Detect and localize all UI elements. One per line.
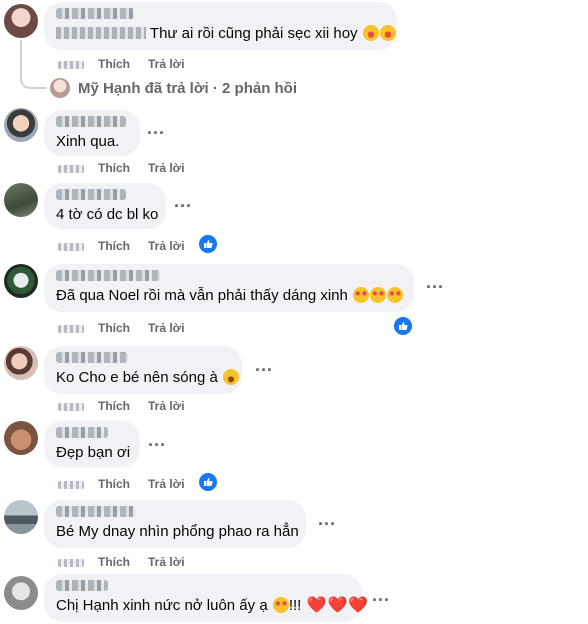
- comment-text-content: Thư ai rồi cũng phải sẹc xii hoy: [149, 25, 358, 42]
- thread-connector: [20, 40, 46, 89]
- author-name-redacted[interactable]: [56, 580, 108, 591]
- comment-actions: Thích Trả lời: [58, 321, 185, 335]
- reply-link[interactable]: Trả lời: [148, 239, 185, 253]
- timestamp[interactable]: [58, 60, 84, 69]
- comment-text-content: Đã qua Noel rồi mà vẫn phải thấy dáng xi…: [56, 287, 348, 304]
- like-link[interactable]: Thích: [98, 399, 130, 413]
- comment-bubble: Chị Hạnh xinh nức nở luôn ấy ạ !!! ❤️❤️❤…: [44, 574, 368, 622]
- more-options-button[interactable]: ...: [318, 509, 336, 530]
- red-heart-icon: ❤️: [348, 597, 369, 614]
- comment-bubble: Đẹp bạn ơi: [44, 421, 140, 467]
- avatar[interactable]: [4, 421, 38, 455]
- avatar[interactable]: [4, 500, 38, 534]
- author-name-redacted[interactable]: [56, 8, 134, 19]
- red-heart-icon: ❤️: [327, 597, 348, 614]
- smiling-face-with-hearts-icon: [353, 287, 370, 303]
- comment-text-trailing: !!!: [288, 597, 302, 614]
- more-options-button[interactable]: ...: [255, 355, 273, 376]
- like-link[interactable]: Thích: [98, 321, 130, 335]
- like-link[interactable]: Thích: [98, 477, 130, 491]
- like-link[interactable]: Thích: [98, 555, 130, 569]
- rofl-emoji-icon: [362, 25, 379, 41]
- thumbs-up-icon[interactable]: [199, 235, 217, 253]
- red-heart-icon: ❤️: [306, 597, 327, 614]
- timestamp[interactable]: [58, 164, 84, 173]
- reply-link[interactable]: Trả lời: [148, 161, 185, 175]
- grinning-face-icon: [222, 369, 239, 385]
- comment-bubble: Thư ai rồi cũng phải sẹc xii hoy: [44, 2, 397, 50]
- comment-actions: Thích Trả lời: [58, 57, 185, 71]
- more-options-button[interactable]: ...: [174, 191, 192, 212]
- comment-text: Ko Cho e bé nên sóng à: [56, 369, 239, 387]
- avatar[interactable]: [4, 346, 38, 380]
- comment-bubble: Ko Cho e bé nên sóng à: [44, 346, 242, 394]
- comment-text: Đã qua Noel rồi mà vẫn phải thấy dáng xi…: [56, 287, 404, 305]
- reply-link[interactable]: Trả lời: [148, 321, 185, 335]
- comment-actions: Thích Trả lời: [58, 555, 185, 569]
- more-options-button[interactable]: ...: [148, 430, 166, 451]
- comment-bubble: Xinh qua.: [44, 110, 140, 156]
- author-name-redacted[interactable]: [56, 116, 126, 127]
- avatar[interactable]: [4, 108, 38, 142]
- rofl-emoji-icon: [379, 25, 396, 41]
- comment-text: Bé My dnay nhìn phổng phao ra hẳn: [56, 523, 299, 540]
- more-options-button[interactable]: ...: [372, 585, 390, 606]
- avatar[interactable]: [4, 264, 38, 298]
- comment-text-content: Chị Hạnh xinh nức nở luôn ấy ạ: [56, 597, 268, 614]
- more-options-button[interactable]: ...: [426, 272, 444, 293]
- comment-actions: Thích Trả lời: [58, 239, 185, 253]
- comment-bubble: 4 tờ có dc bl ko: [44, 183, 166, 229]
- timestamp[interactable]: [58, 324, 84, 333]
- comment-text: 4 tờ có dc bl ko: [56, 206, 159, 223]
- reply-link[interactable]: Trả lời: [148, 57, 185, 71]
- smiling-face-with-hearts-icon: [387, 287, 404, 303]
- more-options-button[interactable]: ...: [147, 118, 165, 139]
- avatar[interactable]: [4, 4, 38, 38]
- reply-link[interactable]: Trả lời: [148, 477, 185, 491]
- author-name-redacted[interactable]: [56, 506, 136, 517]
- comment-text-content: Ko Cho e bé nên sóng à: [56, 369, 218, 386]
- like-link[interactable]: Thích: [98, 57, 130, 71]
- smiling-face-with-hearts-icon: [272, 597, 289, 613]
- author-name-redacted[interactable]: [56, 189, 126, 200]
- comment-bubble: Bé My dnay nhìn phổng phao ra hẳn: [44, 500, 306, 548]
- comment-bubble: Đã qua Noel rồi mà vẫn phải thấy dáng xi…: [44, 264, 414, 312]
- smiling-face-with-hearts-icon: [370, 287, 387, 303]
- timestamp[interactable]: [58, 480, 84, 489]
- comment-actions: Thích Trả lời: [58, 161, 185, 175]
- comment-actions: Thích Trả lời: [58, 399, 185, 413]
- avatar[interactable]: [4, 576, 38, 610]
- reply-link[interactable]: Trả lời: [148, 399, 185, 413]
- thumbs-up-icon[interactable]: [394, 317, 412, 335]
- comment-text: Xinh qua.: [56, 133, 120, 150]
- replier-avatar: [50, 78, 70, 98]
- view-replies-link[interactable]: Mỹ Hạnh đã trả lời · 2 phản hồi: [78, 80, 297, 97]
- reply-link[interactable]: Trả lời: [148, 555, 185, 569]
- author-name-redacted[interactable]: [56, 270, 160, 281]
- comment-text: Chị Hạnh xinh nức nở luôn ấy ạ !!! ❤️❤️❤…: [56, 597, 368, 615]
- timestamp[interactable]: [58, 242, 84, 251]
- avatar[interactable]: [4, 183, 38, 217]
- comment-text: Đẹp bạn ơi: [56, 444, 131, 461]
- comment-text: Thư ai rồi cũng phải sẹc xii hoy: [56, 25, 396, 43]
- timestamp[interactable]: [58, 558, 84, 567]
- like-link[interactable]: Thích: [98, 239, 130, 253]
- like-link[interactable]: Thích: [98, 161, 130, 175]
- comment-actions: Thích Trả lời: [58, 477, 185, 491]
- mention-redacted[interactable]: [56, 27, 146, 39]
- thumbs-up-icon[interactable]: [199, 473, 217, 491]
- timestamp[interactable]: [58, 402, 84, 411]
- author-name-redacted[interactable]: [56, 352, 128, 363]
- author-name-redacted[interactable]: [56, 427, 108, 438]
